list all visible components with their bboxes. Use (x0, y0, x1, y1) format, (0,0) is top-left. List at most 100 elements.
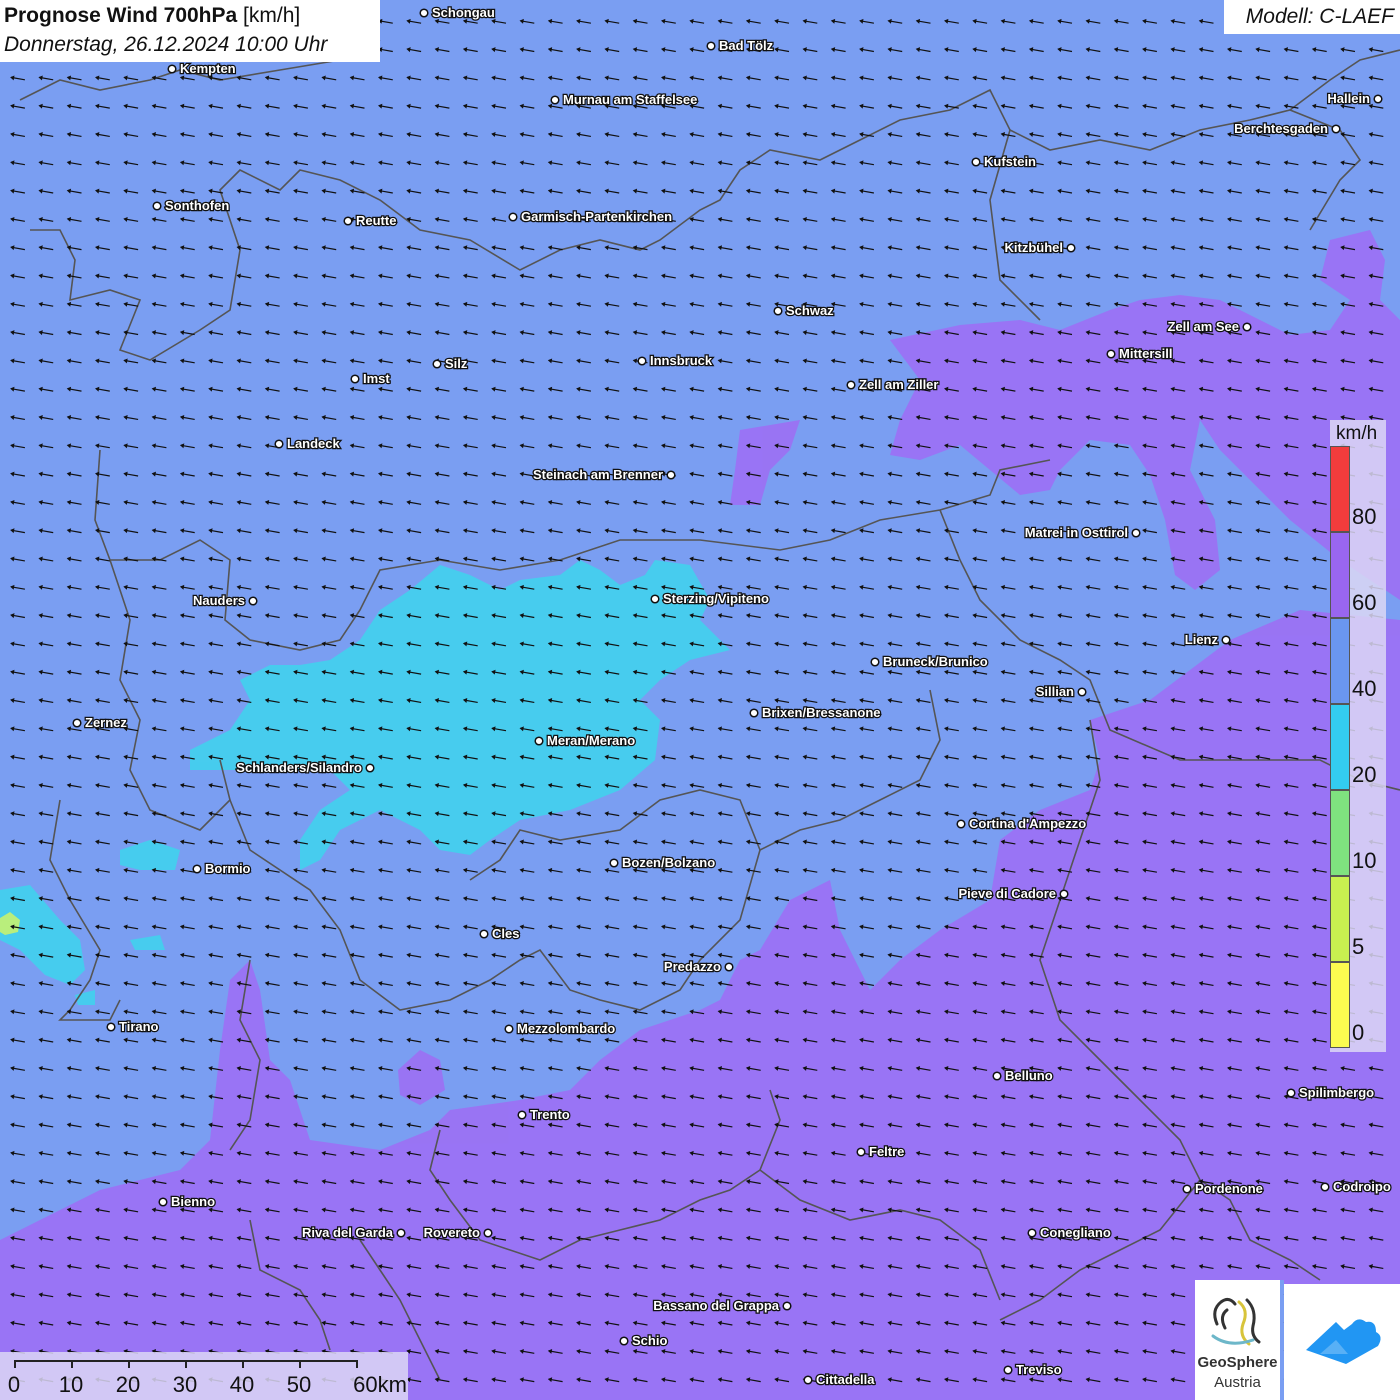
legend-label: 20 (1352, 762, 1377, 787)
legend-label: 5 (1352, 934, 1365, 959)
legend-color-swatch (1330, 962, 1350, 1048)
place-marker[interactable]: Riva del Garda (301, 1224, 406, 1241)
place-dot (637, 356, 647, 366)
place-label: Tirano (119, 1019, 159, 1034)
title-panel: Prognose Wind 700hPa [km/h] Donnerstag, … (0, 0, 380, 62)
place-marker[interactable]: Bruneck/Brunico (870, 653, 989, 670)
scale-label: 60km (353, 1372, 407, 1397)
place-label: Kitzbühel (1005, 240, 1064, 255)
legend-label: 40 (1352, 676, 1377, 701)
place-marker[interactable]: Murnau am Staffelsee (550, 91, 699, 108)
place-dot (870, 657, 880, 667)
wind-map[interactable]: Schongau Bad Tölz Kempten Murnau am Staffel… (0, 0, 1400, 1400)
place-label: Bienno (171, 1194, 215, 1209)
place-marker[interactable]: Brixen/Bressanone (749, 704, 882, 721)
place-marker[interactable]: Cortina d'Ampezzo (956, 815, 1088, 832)
place-label: Schlanders/Silandro (236, 760, 362, 775)
place-label: Cles (492, 926, 519, 941)
geosphere-logo[interactable]: GeoSphere Austria (1195, 1280, 1280, 1400)
place-label: Nauders (193, 593, 245, 608)
place-dot (992, 1071, 1002, 1081)
place-dot (666, 470, 676, 480)
place-marker[interactable]: Innsbruck (637, 352, 714, 369)
place-marker[interactable]: Sterzing/Vipiteno (650, 590, 770, 607)
place-label: Zell am See (1167, 319, 1239, 334)
place-dot (248, 596, 258, 606)
place-label: Bozen/Bolzano (622, 855, 715, 870)
place-dot (167, 64, 177, 74)
place-label: Imst (363, 371, 390, 386)
legend-color-swatch (1330, 790, 1350, 876)
place-marker[interactable]: Steinach am Brenner (532, 466, 676, 483)
scale-label: 0 (7, 1372, 21, 1397)
place-marker[interactable]: Garmisch-Partenkirchen (508, 208, 673, 225)
legend-label: 60 (1352, 590, 1377, 615)
scale-tick (356, 1360, 358, 1368)
place-label: Pieve di Cadore (958, 886, 1056, 901)
place-label: Spilimbergo (1299, 1085, 1374, 1100)
place-marker[interactable]: Schlanders/Silandro (235, 759, 375, 776)
place-label: Rovereto (424, 1225, 480, 1240)
place-marker[interactable]: Meran/Merano (534, 732, 636, 749)
place-dot (1182, 1184, 1192, 1194)
place-dot (1066, 243, 1076, 253)
weather-app-logo[interactable] (1284, 1284, 1400, 1400)
place-label: Mezzolombardo (517, 1021, 615, 1036)
place-dot (1106, 349, 1116, 359)
place-marker[interactable]: Mezzolombardo (504, 1020, 617, 1037)
scale-tick (71, 1360, 73, 1368)
geosphere-emblem-icon (1211, 1297, 1261, 1346)
scale-tick (14, 1360, 16, 1368)
model-name: Modell: C-LAEF (1245, 5, 1394, 28)
place-marker[interactable]: Bozen/Bolzano (609, 854, 717, 871)
place-marker[interactable]: Zell am Ziller (846, 376, 940, 393)
place-marker[interactable]: Bassano del Grappa (652, 1297, 792, 1314)
place-label: Zernez (85, 715, 127, 730)
legend-color-swatch (1330, 532, 1350, 618)
place-dot (483, 1228, 493, 1238)
place-label: Belluno (1005, 1068, 1053, 1083)
place-label: Steinach am Brenner (533, 467, 663, 482)
place-label: Bormio (205, 861, 251, 876)
place-dot (419, 8, 429, 18)
place-marker[interactable]: Berchtesgaden (1233, 120, 1341, 137)
place-dot (650, 594, 660, 604)
place-dot (106, 1022, 116, 1032)
place-label: Mittersill (1119, 346, 1172, 361)
place-dot (846, 380, 856, 390)
place-label: Zell am Ziller (859, 377, 938, 392)
place-label: Brixen/Bressanone (762, 705, 881, 720)
place-dot (158, 1197, 168, 1207)
legend-label: 0 (1352, 1020, 1365, 1045)
scale-label: 10 (58, 1372, 84, 1397)
place-marker[interactable]: Schongau (419, 4, 496, 21)
place-label: Berchtesgaden (1234, 121, 1328, 136)
scale-label: 40 (229, 1372, 255, 1397)
place-label: Bassano del Grappa (653, 1298, 779, 1313)
place-label: Sillian (1036, 684, 1074, 699)
place-label: Kempten (180, 61, 236, 76)
place-marker[interactable]: Matrei in Osttirol (1023, 524, 1141, 541)
place-marker[interactable]: Pordenone (1182, 1180, 1264, 1197)
place-marker[interactable]: Spilimbergo (1286, 1084, 1375, 1101)
place-dot (550, 95, 560, 105)
place-dot (803, 1375, 813, 1385)
place-dot (396, 1228, 406, 1238)
legend-color-swatch (1330, 704, 1350, 790)
place-dot (856, 1147, 866, 1157)
legend-unit: km/h (1336, 423, 1378, 444)
place-label: Riva del Garda (302, 1225, 394, 1240)
place-marker[interactable]: Sonthofen (152, 197, 231, 214)
place-dot (432, 359, 442, 369)
scale-tick (242, 1360, 244, 1368)
place-label: Treviso (1016, 1362, 1062, 1377)
place-label: Lienz (1185, 632, 1219, 647)
place-label: Matrei in Osttirol (1025, 525, 1128, 540)
place-label: Meran/Merano (547, 733, 635, 748)
place-dot (1059, 889, 1069, 899)
place-marker[interactable]: Conegliano (1027, 1224, 1112, 1241)
place-marker[interactable]: Pieve di Cadore (957, 885, 1069, 902)
place-marker[interactable]: Zell am See (1166, 318, 1252, 335)
place-label: Hallein (1327, 91, 1370, 106)
place-dot (152, 201, 162, 211)
